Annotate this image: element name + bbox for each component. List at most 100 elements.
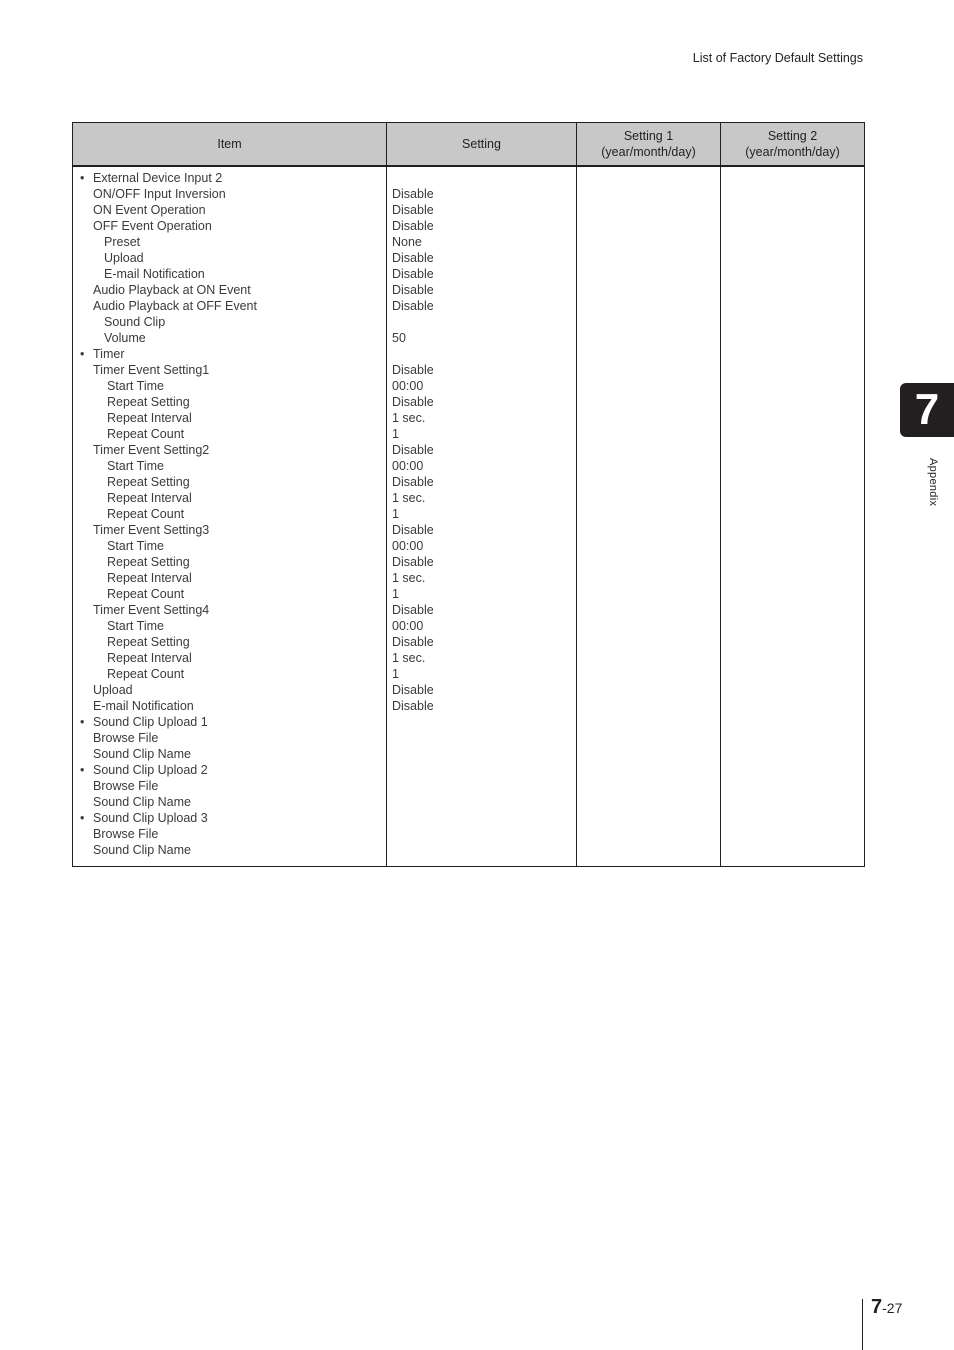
setting-value: Disable <box>392 555 434 569</box>
setting-value: Disable <box>392 363 434 377</box>
item-row: Upload <box>73 682 386 698</box>
item-row: E-mail Notification <box>73 698 386 714</box>
item-row: Browse File <box>73 826 386 842</box>
bullet-icon: • <box>80 347 85 361</box>
item-row: Timer Event Setting2 <box>73 442 386 458</box>
item-row: Start Time <box>73 458 386 474</box>
item-row: Repeat Interval <box>73 410 386 426</box>
setting-value: 1 <box>392 507 399 521</box>
setting-value <box>387 842 576 858</box>
item-row: • Timer <box>73 346 386 362</box>
setting-value: Disable <box>392 395 434 409</box>
item-row: ON/OFF Input Inversion <box>73 186 386 202</box>
item-row: Repeat Interval <box>73 490 386 506</box>
item-label: Start Time <box>107 619 164 633</box>
item-row: Timer Event Setting3 <box>73 522 386 538</box>
item-label: Sound Clip <box>104 315 166 329</box>
setting-value: 50 <box>392 331 406 345</box>
item-label: Repeat Interval <box>107 571 192 585</box>
item-row: Start Time <box>73 378 386 394</box>
item-row: Repeat Count <box>73 506 386 522</box>
item-row: Start Time <box>73 618 386 634</box>
item-label: Sound Clip Name <box>93 795 191 809</box>
setting-value: 1 sec. <box>392 651 426 665</box>
setting-value <box>387 714 576 730</box>
page-number-rule <box>862 1299 863 1350</box>
item-row: Repeat Count <box>73 426 386 442</box>
setting-value <box>387 346 576 362</box>
item-row: • External Device Input 2 <box>73 170 386 186</box>
setting1-column <box>576 166 721 867</box>
item-row: Repeat Setting <box>73 554 386 570</box>
item-label: Volume <box>104 331 146 345</box>
chapter-tab: 7 <box>900 383 954 437</box>
item-row: Repeat Setting <box>73 394 386 410</box>
setting-value <box>387 746 576 762</box>
column-header-setting1-line1: Setting 1 <box>623 129 674 143</box>
item-label: Repeat Count <box>107 427 185 441</box>
item-label: External Device Input 2 <box>93 171 223 185</box>
item-row: Repeat Interval <box>73 650 386 666</box>
item-row: Browse File <box>73 730 386 746</box>
item-row: Volume <box>73 330 386 346</box>
item-row: Sound Clip <box>73 314 386 330</box>
item-label: Upload <box>104 251 144 265</box>
item-label: Sound Clip Upload 3 <box>93 811 208 825</box>
table-body-row: • External Device Input 2 ON/OFF Input Inv… <box>72 166 865 867</box>
item-label: Browse File <box>93 827 159 841</box>
item-row: Timer Event Setting4 <box>73 602 386 618</box>
running-header: List of Factory Default Settings <box>692 51 863 65</box>
setting-value: 1 <box>392 667 399 681</box>
item-label: E-mail Notification <box>93 699 194 713</box>
setting-value <box>387 826 576 842</box>
setting-value: 1 <box>392 427 399 441</box>
item-label: ON Event Operation <box>93 203 206 217</box>
item-row: Audio Playback at OFF Event <box>73 298 386 314</box>
item-label: Timer Event Setting2 <box>93 443 210 457</box>
item-label: Timer Event Setting1 <box>93 363 210 377</box>
column-header-item-label: Item <box>217 137 242 151</box>
setting-value: 00:00 <box>392 619 424 633</box>
item-row: • Sound Clip Upload 1 <box>73 714 386 730</box>
setting-value: 1 sec. <box>392 571 426 585</box>
item-label: Upload <box>93 683 133 697</box>
setting-value: Disable <box>392 699 434 713</box>
setting-value: 1 sec. <box>392 411 426 425</box>
item-label: Start Time <box>107 459 164 473</box>
column-header-item: Item <box>72 122 387 167</box>
setting-value <box>387 810 576 826</box>
setting-value <box>387 794 576 810</box>
item-label: Repeat Count <box>107 587 185 601</box>
setting2-column <box>720 166 865 867</box>
item-label: Sound Clip Upload 1 <box>93 715 208 729</box>
setting-value <box>387 730 576 746</box>
item-label: Timer Event Setting4 <box>93 603 210 617</box>
setting-value: Disable <box>392 203 434 217</box>
column-header-setting2-line1: Setting 2 <box>767 129 818 143</box>
item-label: Repeat Interval <box>107 491 192 505</box>
column-header-setting-label: Setting <box>462 137 501 151</box>
item-row: Browse File <box>73 778 386 794</box>
chapter-label: Appendix <box>927 458 939 507</box>
item-label: ON/OFF Input Inversion <box>93 187 226 201</box>
bullet-icon: • <box>80 811 85 825</box>
setting-value: Disable <box>392 219 434 233</box>
item-row: Sound Clip Name <box>73 842 386 858</box>
item-label: Sound Clip Name <box>93 843 191 857</box>
setting-value <box>387 314 576 330</box>
setting-value: Disable <box>392 267 434 281</box>
item-column: • External Device Input 2 ON/OFF Input Inv… <box>72 166 387 867</box>
item-row: ON Event Operation <box>73 202 386 218</box>
page-number-chapter: 7 <box>871 1296 883 1318</box>
bullet-icon: • <box>80 715 85 729</box>
setting-value <box>387 778 576 794</box>
item-label: Repeat Setting <box>107 555 190 569</box>
bullet-icon: • <box>80 171 85 185</box>
bullet-icon: • <box>80 763 85 777</box>
setting-value: None <box>392 235 422 249</box>
table-header-row: Item Setting Setting 1 (year/month/day) … <box>72 122 865 167</box>
item-label: Preset <box>104 235 141 249</box>
item-label: Browse File <box>93 731 159 745</box>
setting-value <box>387 762 576 778</box>
item-row: • Sound Clip Upload 2 <box>73 762 386 778</box>
